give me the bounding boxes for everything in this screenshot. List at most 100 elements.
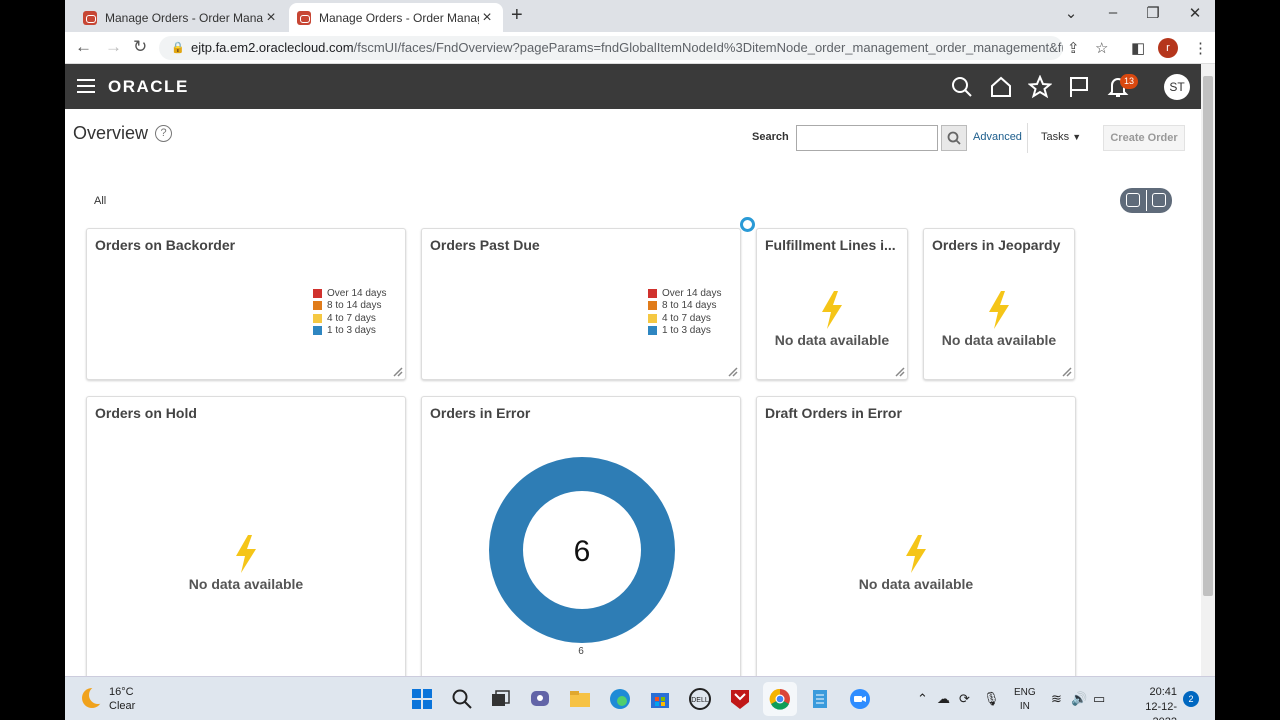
chart-legend: Over 14 days 8 to 14 days 4 to 7 days 1 … <box>648 287 721 337</box>
advanced-search-link[interactable]: Advanced <box>973 131 1022 143</box>
time: 20:41 <box>1149 686 1177 698</box>
card-title: Orders in Error <box>430 405 531 421</box>
view-toggle[interactable] <box>1120 188 1172 213</box>
search-button[interactable] <box>941 125 967 151</box>
language-indicator[interactable]: ENG IN <box>1014 686 1036 714</box>
search-icon[interactable] <box>950 75 974 99</box>
volume-icon[interactable]: 🔊 <box>1071 691 1087 707</box>
legend-swatch <box>313 313 322 323</box>
notification-center-badge[interactable]: 2 <box>1183 691 1199 707</box>
tasks-menu[interactable]: Tasks ▼ <box>1041 131 1081 143</box>
bookmark-star-icon[interactable]: ☆ <box>1095 39 1108 57</box>
search-input[interactable] <box>796 125 938 151</box>
file-explorer-icon[interactable] <box>569 688 591 710</box>
oracle-favicon-icon <box>297 10 311 25</box>
expand-icon[interactable] <box>393 367 403 377</box>
wifi-icon[interactable]: ≋ <box>1051 691 1062 707</box>
legend-item: Over 14 days <box>648 287 721 300</box>
loading-spinner <box>740 217 755 232</box>
mcafee-icon[interactable] <box>729 688 751 710</box>
card-title: Orders Past Due <box>430 237 540 253</box>
no-data-message: No data available <box>188 576 304 592</box>
user-avatar[interactable]: ST <box>1164 74 1190 100</box>
legend-item: 1 to 3 days <box>648 325 721 338</box>
tab-search-icon[interactable]: ⌄ <box>1051 4 1091 22</box>
url-path: /fscmUI/faces/FndOverview?pageParams=fnd… <box>353 40 1063 55</box>
close-tab-icon[interactable]: × <box>479 9 495 27</box>
weather-widget[interactable]: 16°C Clear <box>109 685 135 713</box>
legend-item: 1 to 3 days <box>313 325 386 338</box>
watchlist-flag-icon[interactable] <box>1067 75 1091 99</box>
help-icon[interactable]: ? <box>155 125 172 142</box>
windows-taskbar: 16°C Clear DELL ⌃ ☁ ⟳ 🎙 ENG IN ≋ 🔊 ▭ 20:… <box>65 676 1215 720</box>
home-icon[interactable] <box>989 75 1013 99</box>
show-hidden-icons-icon[interactable]: ⌃ <box>917 691 928 707</box>
back-icon[interactable]: ← <box>75 37 92 57</box>
browser-tab-2[interactable]: Manage Orders - Order Manageme × <box>289 3 503 32</box>
close-tab-icon[interactable]: × <box>263 9 279 27</box>
notepad-icon[interactable] <box>809 688 831 710</box>
edge-browser-icon[interactable] <box>609 688 631 710</box>
no-data-message: No data available <box>774 332 890 348</box>
share-icon[interactable]: ⇪ <box>1067 39 1080 57</box>
navigator-menu-icon[interactable] <box>77 79 95 93</box>
profile-avatar[interactable]: r <box>1158 38 1178 58</box>
expand-icon[interactable] <box>895 367 905 377</box>
moon-weather-icon[interactable] <box>82 686 107 708</box>
zoom-icon[interactable] <box>849 688 871 710</box>
reload-icon[interactable]: ↻ <box>133 37 147 57</box>
card-draft-orders-in-error[interactable]: Draft Orders in Error No data available <box>756 396 1076 686</box>
legend-item: 4 to 7 days <box>648 312 721 325</box>
microphone-icon[interactable]: 🎙 <box>983 691 1000 707</box>
new-tab-icon[interactable]: + <box>511 4 523 27</box>
donut-chart[interactable]: 6 <box>489 457 675 643</box>
forward-icon[interactable]: → <box>105 37 122 57</box>
card-fulfillment-lines[interactable]: Fulfillment Lines i... No data available <box>756 228 908 380</box>
favorites-star-icon[interactable] <box>1028 75 1052 99</box>
expand-icon[interactable] <box>728 367 738 377</box>
card-orders-in-error[interactable]: Orders in Error 6 6 <box>421 396 741 686</box>
scrollbar-thumb[interactable] <box>1203 76 1213 596</box>
lightning-bolt-icon <box>989 291 1009 329</box>
system-clock[interactable]: 20:41 12-12-2022 <box>1123 685 1177 720</box>
browser-window: Manage Orders - Order Manageme × Manage … <box>65 0 1215 720</box>
browser-menu-icon[interactable]: ⋮ <box>1193 39 1208 57</box>
expand-icon[interactable] <box>1062 367 1072 377</box>
create-order-button[interactable]: Create Order <box>1103 125 1185 151</box>
page-scrollbar[interactable] <box>1201 64 1215 676</box>
svg-text:DELL: DELL <box>691 697 709 704</box>
legend-label: 1 to 3 days <box>327 325 376 337</box>
legend-label: 8 to 14 days <box>327 300 382 312</box>
restore-icon[interactable]: ❐ <box>1133 4 1173 22</box>
card-orders-on-backorder[interactable]: Orders on Backorder Over 14 days 8 to 14… <box>86 228 406 380</box>
legend-swatch <box>313 288 322 298</box>
list-view-icon[interactable] <box>1152 193 1166 207</box>
infolet-view-icon[interactable] <box>1126 193 1140 207</box>
card-orders-past-due[interactable]: Orders Past Due Over 14 days 8 to 14 day… <box>421 228 741 380</box>
start-windows-icon[interactable] <box>411 688 433 710</box>
task-view-icon[interactable] <box>489 688 511 710</box>
browser-tab-title: Manage Orders - Order Manageme <box>105 10 263 25</box>
side-panel-icon[interactable]: ◧ <box>1131 39 1145 57</box>
card-orders-in-jeopardy[interactable]: Orders in Jeopardy No data available <box>923 228 1075 380</box>
lightning-bolt-icon <box>822 291 842 329</box>
microsoft-store-icon[interactable] <box>649 688 671 710</box>
oracle-favicon-icon <box>83 10 97 25</box>
card-title: Orders on Hold <box>95 405 197 421</box>
dell-icon[interactable]: DELL <box>689 688 711 710</box>
search-icon <box>947 131 961 145</box>
battery-icon[interactable]: ▭ <box>1093 691 1105 707</box>
close-window-icon[interactable]: ✕ <box>1175 4 1215 22</box>
chrome-icon[interactable] <box>769 688 791 710</box>
url-field[interactable]: 🔒 ejtp.fa.em2.oraclecloud.com/fscmUI/fac… <box>159 36 1063 60</box>
chart-legend: Over 14 days 8 to 14 days 4 to 7 days 1 … <box>313 287 386 337</box>
minimize-icon[interactable]: – <box>1093 4 1133 21</box>
search-icon[interactable] <box>451 688 473 710</box>
onedrive-icon[interactable]: ☁ <box>937 691 950 707</box>
browser-tab-1[interactable]: Manage Orders - Order Manageme × <box>75 3 287 32</box>
sync-icon[interactable]: ⟳ <box>959 691 970 707</box>
card-orders-on-hold[interactable]: Orders on Hold No data available <box>86 396 406 686</box>
chat-icon[interactable] <box>529 688 551 710</box>
filter-all[interactable]: All <box>94 195 106 207</box>
chevron-down-icon: ▼ <box>1072 132 1082 142</box>
